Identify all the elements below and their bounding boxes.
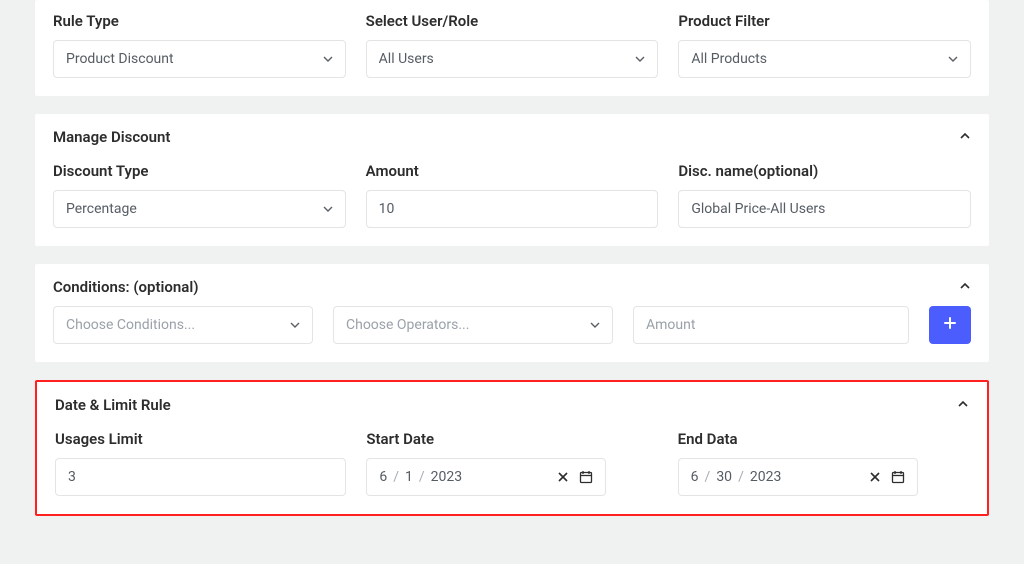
end-date-month: 6 [691,469,699,485]
calendar-icon[interactable] [579,470,593,484]
amount-input[interactable]: 10 [366,190,659,228]
date-limit-title: Date & Limit Rule [55,396,171,414]
manage-discount-card: Manage Discount Discount Type Percentage… [35,114,989,246]
date-separator: / [705,469,711,485]
rule-type-label: Rule Type [53,12,346,30]
chevron-up-icon [959,128,971,146]
product-filter-value: All Products [691,51,948,67]
user-role-value: All Users [379,51,636,67]
conditions-select[interactable]: Choose Conditions... [53,306,313,344]
chevron-up-icon [957,396,969,414]
operators-select[interactable]: Choose Operators... [333,306,613,344]
start-date-day: 1 [405,469,413,485]
operators-placeholder: Choose Operators... [346,317,590,333]
end-date-day: 30 [716,469,732,485]
start-date-month: 6 [379,469,387,485]
start-date-label: Start Date [366,430,657,448]
conditions-placeholder: Choose Conditions... [66,317,290,333]
date-separator: / [419,469,425,485]
rule-type-value: Product Discount [66,51,323,67]
disc-name-input[interactable]: Global Price-All Users [678,190,971,228]
end-date-label: End Data [678,430,969,448]
product-filter-label: Product Filter [678,12,971,30]
condition-amount-placeholder: Amount [646,317,896,333]
chevron-down-icon [290,320,300,330]
clear-icon[interactable] [869,471,881,483]
condition-amount-input[interactable]: Amount [633,306,909,344]
plus-icon [943,316,957,334]
discount-type-value: Percentage [66,201,323,217]
disc-name-label: Disc. name(optional) [678,162,971,180]
date-limit-header[interactable]: Date & Limit Rule [55,396,969,414]
rule-basics-card: Rule Type Product Discount Select User/R… [35,0,989,96]
chevron-down-icon [323,54,333,64]
amount-label: Amount [366,162,659,180]
chevron-down-icon [590,320,600,330]
manage-discount-header[interactable]: Manage Discount [53,128,971,146]
date-limit-card: Date & Limit Rule Usages Limit 3 Start D… [35,380,989,516]
amount-value: 10 [379,201,646,217]
conditions-card: Conditions: (optional) Choose Conditions… [35,264,989,362]
end-date-input[interactable]: 6 / 30 / 2023 [678,458,918,496]
manage-discount-title: Manage Discount [53,128,170,146]
chevron-down-icon [323,204,333,214]
discount-type-select[interactable]: Percentage [53,190,346,228]
start-date-year: 2023 [431,469,462,485]
usages-limit-label: Usages Limit [55,430,346,448]
rule-type-select[interactable]: Product Discount [53,40,346,78]
conditions-title: Conditions: (optional) [53,278,199,296]
usages-limit-value: 3 [68,469,333,485]
date-separator: / [738,469,744,485]
chevron-up-icon [959,278,971,296]
end-date-year: 2023 [750,469,781,485]
add-condition-button[interactable] [929,306,971,344]
calendar-icon[interactable] [891,470,905,484]
start-date-input[interactable]: 6 / 1 / 2023 [366,458,606,496]
product-filter-select[interactable]: All Products [678,40,971,78]
date-separator: / [393,469,399,485]
chevron-down-icon [635,54,645,64]
user-role-label: Select User/Role [366,12,659,30]
conditions-header[interactable]: Conditions: (optional) [53,278,971,296]
chevron-down-icon [948,54,958,64]
clear-icon[interactable] [557,471,569,483]
user-role-select[interactable]: All Users [366,40,659,78]
discount-type-label: Discount Type [53,162,346,180]
usages-limit-input[interactable]: 3 [55,458,346,496]
disc-name-value: Global Price-All Users [691,201,958,217]
